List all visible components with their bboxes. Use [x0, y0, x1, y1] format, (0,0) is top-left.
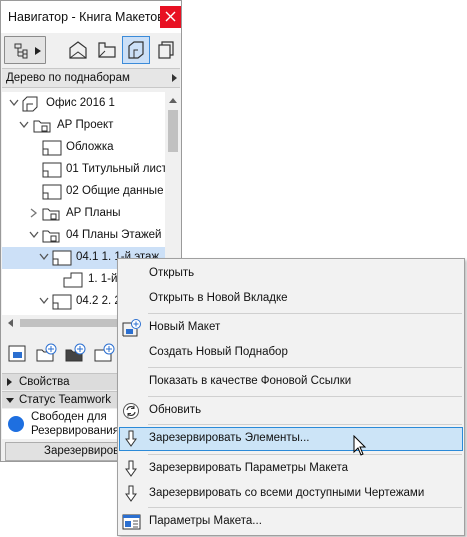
tree-item[interactable]: АР Планы [2, 203, 165, 225]
close-button[interactable] [160, 6, 181, 28]
menu-item-show-as-trace-reference[interactable]: Показать в качестве Фоновой Ссылки [119, 370, 463, 394]
tree-item-label: АР Проект [57, 119, 114, 131]
layout-book-icon [22, 96, 38, 112]
expand-triangle-icon [7, 378, 12, 386]
tree-item[interactable]: 02 Общие данные [2, 181, 165, 203]
view-mode-label: Дерево по поднаборам [6, 72, 130, 84]
chevron-right-icon [172, 74, 177, 82]
layout-settings-icon [122, 514, 141, 530]
collapse-triangle-icon [6, 398, 14, 403]
menu-item-label: Показать в качестве Фоновой Ссылки [149, 375, 352, 387]
menu-separator [148, 313, 462, 314]
menu-separator [148, 454, 462, 455]
new-subset-icon[interactable] [36, 343, 58, 363]
reserve-arrow-icon [125, 430, 137, 447]
tree-item[interactable]: АР Проект [2, 115, 165, 137]
menu-item-label: Зарезервировать Параметры Макета [149, 462, 349, 474]
layout-icon [42, 140, 62, 156]
window-title: Навигатор - Книга Макетов [8, 10, 160, 24]
tree-item-label: АР Планы [66, 207, 121, 219]
tree-options-popup-button[interactable] [4, 36, 46, 64]
tree-item[interactable]: Офис 2016 1 [2, 93, 165, 115]
view-map-button[interactable] [93, 36, 121, 64]
new-master-folder-icon[interactable] [65, 343, 87, 363]
menu-item-label: Зарезервировать Элементы... [149, 432, 310, 444]
chevron-down-icon [19, 121, 29, 129]
close-icon [165, 11, 176, 22]
menu-item-open-new-tab[interactable]: Открыть в Новой Вкладке [119, 287, 463, 311]
chevron-right-icon [35, 47, 41, 55]
horizontal-scroll-thumb[interactable] [20, 319, 120, 327]
status-indicator-icon [8, 416, 24, 432]
navigator-toolbar [1, 33, 181, 67]
tree-item-label: 02 Общие данные [66, 185, 164, 197]
tree-item[interactable]: 01 Титульный лист [2, 159, 165, 181]
menu-item-new-subset[interactable]: Создать Новый Поднабор [119, 341, 463, 365]
layout-icon [42, 162, 62, 178]
tree-item-label: 04 Планы Этажей [66, 229, 162, 241]
menu-item-label: Создать Новый Поднабор [149, 346, 288, 358]
menu-item-label: Новый Макет [149, 321, 221, 333]
menu-item-label: Открыть [149, 267, 195, 279]
layout-icon [52, 250, 72, 266]
menu-item-reserve-with-drawings[interactable]: Зарезервировать со всеми доступными Черт… [119, 482, 463, 506]
context-menu: Открыть Открыть в Новой Вкладке Новый Ма… [117, 258, 465, 536]
chevron-down-icon [39, 297, 49, 305]
mouse-pointer-icon [353, 435, 367, 456]
title-bar[interactable]: Навигатор - Книга Макетов [1, 1, 181, 33]
tree-item-label: 01 Титульный лист [66, 163, 165, 175]
tree-item[interactable]: Обложка [2, 137, 165, 159]
new-layout-plus-icon[interactable] [94, 343, 116, 363]
tree-item[interactable]: 04 Планы Этажей [2, 225, 165, 247]
menu-item-open[interactable]: Открыть [119, 262, 463, 286]
menu-separator [148, 396, 462, 397]
menu-item-reserve-layout-settings[interactable]: Зарезервировать Параметры Макета [119, 457, 463, 481]
view-map-icon [98, 42, 116, 58]
reserve-arrow-icon [125, 460, 137, 477]
subset-folder-icon [42, 230, 60, 243]
publisher-sets-icon [158, 41, 174, 59]
teamwork-section-label: Статус Teamwork [19, 394, 111, 406]
tree-options-icon [14, 43, 28, 59]
menu-item-layout-settings[interactable]: Параметры Макета... [119, 510, 463, 534]
teamwork-status-line2: Резервирования [31, 425, 119, 437]
tree-item-label: Офис 2016 1 [46, 97, 115, 109]
chevron-down-icon [39, 253, 49, 261]
subset-folder-icon [33, 120, 51, 133]
refresh-icon [123, 403, 139, 419]
new-layout-icon[interactable] [8, 343, 28, 363]
tree-item-label: Обложка [66, 141, 114, 153]
view-mode-selector[interactable]: Дерево по поднаборам [2, 68, 180, 88]
menu-item-label: Зарезервировать со всеми доступными Черт… [149, 487, 425, 499]
menu-separator [148, 367, 462, 368]
menu-item-label: Параметры Макета... [149, 515, 262, 527]
layout-icon [52, 294, 72, 310]
properties-section-label: Свойства [19, 376, 70, 388]
scroll-left-icon [8, 319, 13, 327]
chevron-down-icon [9, 99, 19, 107]
project-map-icon [69, 41, 87, 59]
menu-item-label: Открыть в Новой Вкладке [149, 292, 288, 304]
vertical-scroll-thumb[interactable] [168, 110, 178, 152]
menu-item-refresh[interactable]: Обновить [119, 399, 463, 423]
layout-book-button[interactable] [122, 36, 150, 64]
chevron-down-icon [29, 231, 39, 239]
menu-item-reserve-elements[interactable]: Зарезервировать Элементы... [119, 427, 463, 451]
reserve-arrow-icon [125, 485, 137, 502]
publisher-sets-button[interactable] [152, 36, 180, 64]
project-map-button[interactable] [64, 36, 92, 64]
menu-item-new-layout[interactable]: Новый Макет [119, 316, 463, 340]
new-layout-icon [122, 319, 141, 337]
teamwork-status-line1: Свободен для [31, 411, 107, 423]
menu-separator [148, 424, 462, 425]
chevron-right-icon [30, 208, 38, 218]
subset-folder-icon [42, 208, 60, 221]
layout-book-icon [128, 41, 144, 59]
tree-item-label: 1. 1-й [88, 273, 118, 285]
drawing-icon [63, 272, 83, 288]
layout-icon [42, 184, 62, 200]
scroll-up-icon [169, 98, 177, 103]
menu-separator [148, 507, 462, 508]
menu-item-label: Обновить [149, 404, 202, 416]
